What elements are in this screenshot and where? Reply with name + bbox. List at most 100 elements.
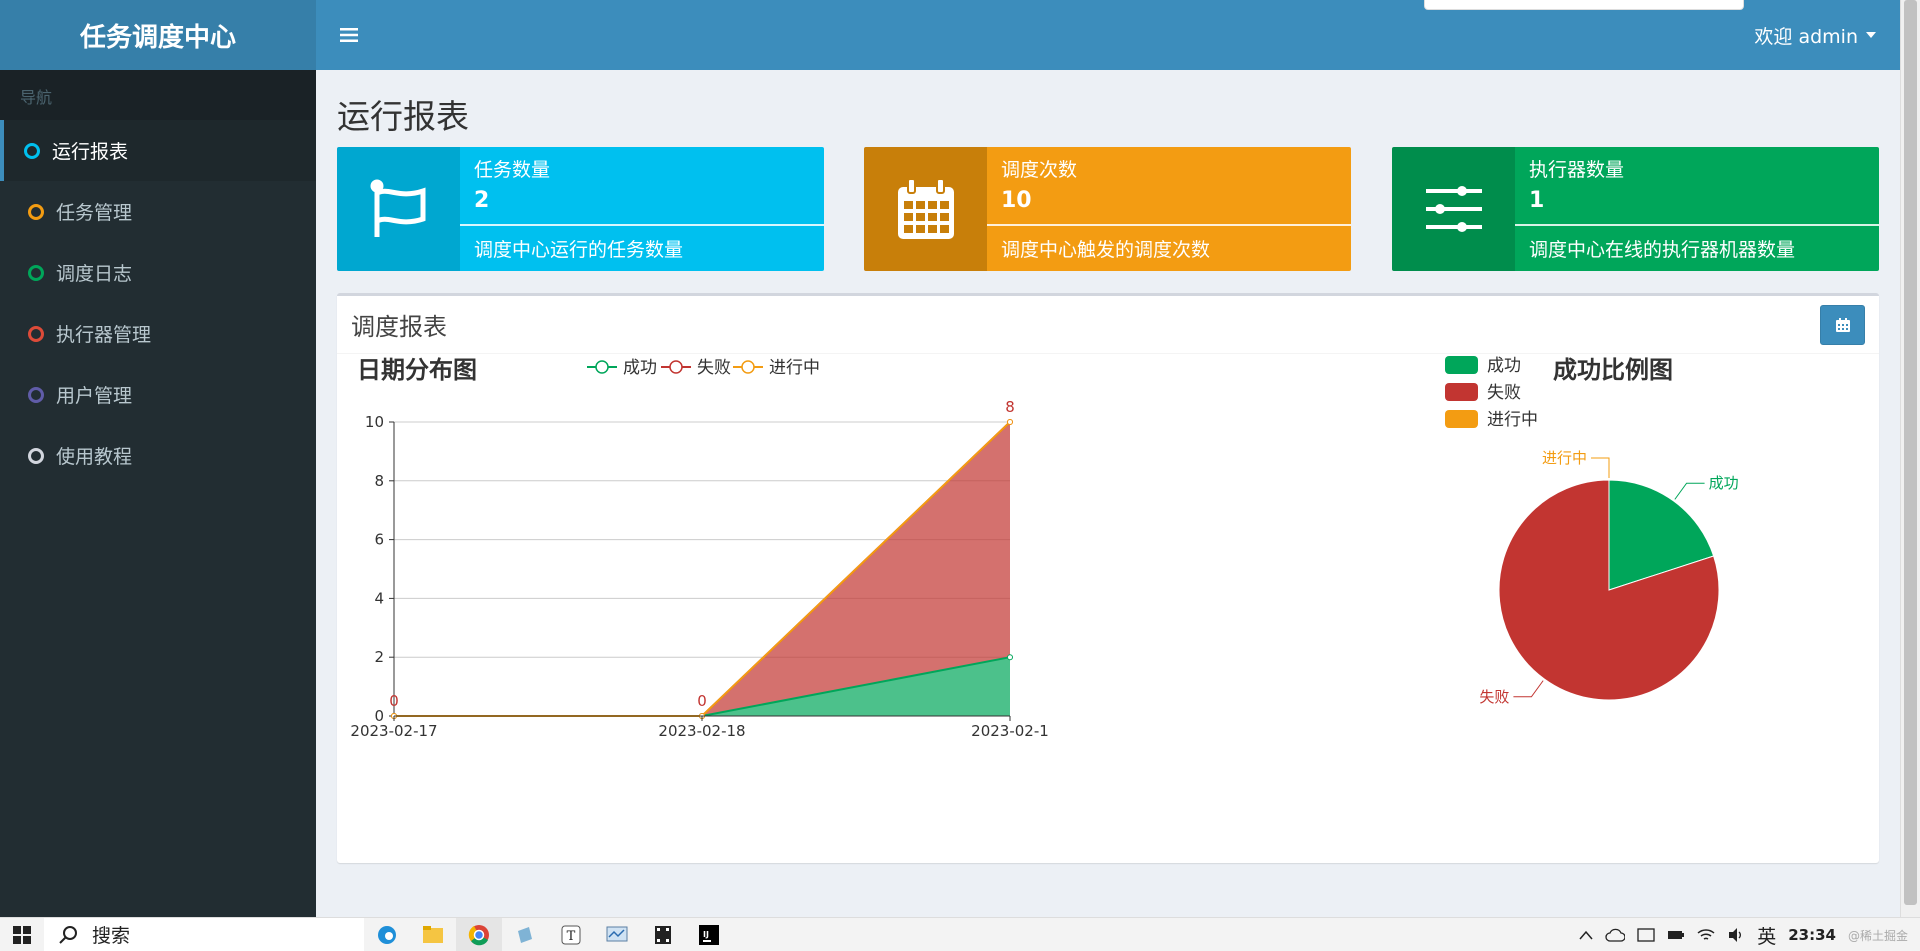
circle-icon — [28, 264, 44, 281]
info-body: 任务数量 2 调度中心运行的任务数量 — [460, 147, 824, 271]
y-tick-label: 8 — [374, 472, 384, 490]
sidebar-item-label: 调度日志 — [56, 263, 133, 285]
pie-leader-line — [1674, 482, 1705, 500]
windows-logo-icon — [13, 925, 31, 944]
x-tick-label: 2023-02-17 — [350, 722, 437, 740]
flag-icon — [370, 179, 425, 237]
typora-icon[interactable]: T — [548, 918, 594, 951]
vertical-scrollbar[interactable] — [1900, 0, 1920, 917]
x-tick-label: 2023-02-1 — [971, 722, 1049, 740]
search-label: 搜索 — [92, 925, 131, 947]
data-label: 8 — [1005, 398, 1015, 416]
info-label: 调度次数 — [1001, 159, 1078, 181]
charts-area: 日期分布图 成功 失败 进行中02468102023-02-17 2023-02-18 2… — [350, 356, 1739, 740]
main-content: 运行报表 任务数量 2 调度中心运行的任务数量 调度次数 10 调度中心触发的调… — [316, 70, 1900, 917]
info-label: 任务数量 — [474, 159, 551, 181]
search-icon — [59, 925, 77, 944]
clock-time[interactable]: 23:34 — [1788, 926, 1836, 944]
legend-label: 成功 — [1487, 356, 1521, 376]
chart-title: 日期分布图 — [357, 356, 477, 384]
chevron-up-icon[interactable] — [1579, 930, 1593, 940]
sidebar: 导航 运行报表 任务管理 调度日志 执行器管理 用户管理 使用教程 — [0, 70, 316, 917]
info-box-trigger-count: 调度次数 10 调度中心触发的调度次数 — [864, 147, 1351, 271]
info-box-task-count: 任务数量 2 调度中心运行的任务数量 — [337, 147, 824, 271]
legend-marker-icon — [741, 360, 755, 374]
data-label: 0 — [389, 692, 399, 710]
info-body: 调度次数 10 调度中心触发的调度次数 — [987, 147, 1351, 271]
display-icon[interactable] — [1637, 927, 1655, 943]
sidebar-item-0[interactable]: 运行报表 — [0, 120, 316, 181]
windows-taskbar: 搜索 T IJ 英 23:34 @稀土掘金 — [0, 917, 1920, 951]
area-失败 — [394, 422, 1010, 716]
legend-marker-icon — [669, 360, 683, 374]
edge-icon[interactable] — [364, 918, 410, 951]
info-divider — [460, 224, 824, 226]
info-icon-box — [1392, 147, 1515, 271]
app-icon[interactable] — [502, 918, 548, 951]
sidebar-item-label: 用户管理 — [56, 385, 133, 407]
circle-icon — [28, 325, 44, 342]
x-tick-label: 2023-02-18 — [658, 722, 745, 740]
info-label: 执行器数量 — [1529, 159, 1625, 181]
legend-swatch — [1445, 410, 1478, 428]
sidebar-item-4[interactable]: 用户管理 — [0, 364, 316, 425]
dropdown-popup-edge — [1424, 0, 1744, 10]
scrollbar-thumb[interactable] — [1904, 0, 1917, 905]
monitor-icon[interactable] — [594, 918, 640, 951]
app-logo[interactable]: 任务调度中心 — [0, 0, 316, 70]
battery-icon[interactable] — [1667, 929, 1685, 941]
taskbar-search[interactable]: 搜索 — [44, 917, 364, 951]
info-desc: 调度中心运行的任务数量 — [474, 239, 684, 261]
y-tick-label: 10 — [365, 413, 384, 431]
legend-label: 成功 — [623, 358, 657, 378]
caret-down-icon — [1866, 32, 1876, 38]
start-button[interactable] — [0, 918, 44, 951]
top-navbar: 欢迎 admin — [316, 0, 1900, 70]
report-panel: 调度报表 日期分布图 成功 失败 进行中 0 2 4 6 8 10 2023-02-17 2023-0… — [337, 293, 1879, 863]
sidebar-item-label: 使用教程 — [56, 446, 133, 468]
legend-label: 进行中 — [1487, 410, 1538, 430]
sidebar-item-5[interactable]: 使用教程 — [0, 425, 316, 486]
user-menu[interactable]: 欢迎 admin — [1754, 22, 1876, 49]
file-explorer-icon[interactable] — [410, 918, 456, 951]
ime-indicator[interactable]: 英 — [1757, 922, 1776, 949]
info-divider — [987, 224, 1351, 226]
legend-label: 进行中 — [769, 358, 820, 378]
intellij-icon[interactable]: IJ — [686, 918, 732, 951]
y-tick-label: 6 — [374, 531, 384, 549]
info-divider — [1515, 224, 1879, 226]
pie-label: 成功 — [1709, 474, 1739, 492]
header: 任务调度中心 欢迎 admin — [0, 0, 1900, 70]
volume-icon[interactable] — [1727, 927, 1745, 943]
svg-text:IJ: IJ — [703, 930, 709, 939]
wifi-icon[interactable] — [1697, 927, 1715, 943]
circle-icon — [28, 447, 44, 464]
watermark-text: @稀土掘金 — [1847, 928, 1908, 943]
chrome-icon[interactable] — [456, 917, 502, 951]
info-box-executor-count: 执行器数量 1 调度中心在线的执行器机器数量 — [1392, 147, 1879, 271]
sidebar-toggle-icon[interactable] — [340, 21, 370, 49]
sidebar-item-label: 运行报表 — [52, 141, 129, 163]
info-body: 执行器数量 1 调度中心在线的执行器机器数量 — [1515, 147, 1879, 271]
video-editor-icon[interactable] — [640, 918, 686, 951]
legend-marker-icon — [595, 360, 609, 374]
sidebar-item-2[interactable]: 调度日志 — [0, 242, 316, 303]
info-desc: 调度中心在线的执行器机器数量 — [1529, 239, 1796, 261]
sidebar-item-3[interactable]: 执行器管理 — [0, 303, 316, 364]
sidebar-item-1[interactable]: 任务管理 — [0, 181, 316, 242]
info-value: 10 — [1001, 188, 1032, 213]
page-title: 运行报表 — [337, 97, 469, 136]
system-tray: 英 23:34 @稀土掘金 — [1579, 918, 1908, 951]
pie-leader-line — [1591, 457, 1610, 478]
cloud-icon[interactable] — [1605, 928, 1626, 942]
legend-swatch — [1445, 356, 1478, 374]
info-icon-box — [864, 147, 987, 271]
chart-title: 成功比例图 — [1553, 356, 1673, 384]
svg-text:T: T — [567, 929, 576, 944]
data-point — [1007, 654, 1013, 661]
circle-icon — [28, 203, 44, 220]
sidebar-item-label: 执行器管理 — [56, 324, 152, 346]
pie-label: 失败 — [1479, 688, 1509, 706]
info-icon-box — [337, 147, 460, 271]
pie-label: 进行中 — [1542, 449, 1587, 467]
